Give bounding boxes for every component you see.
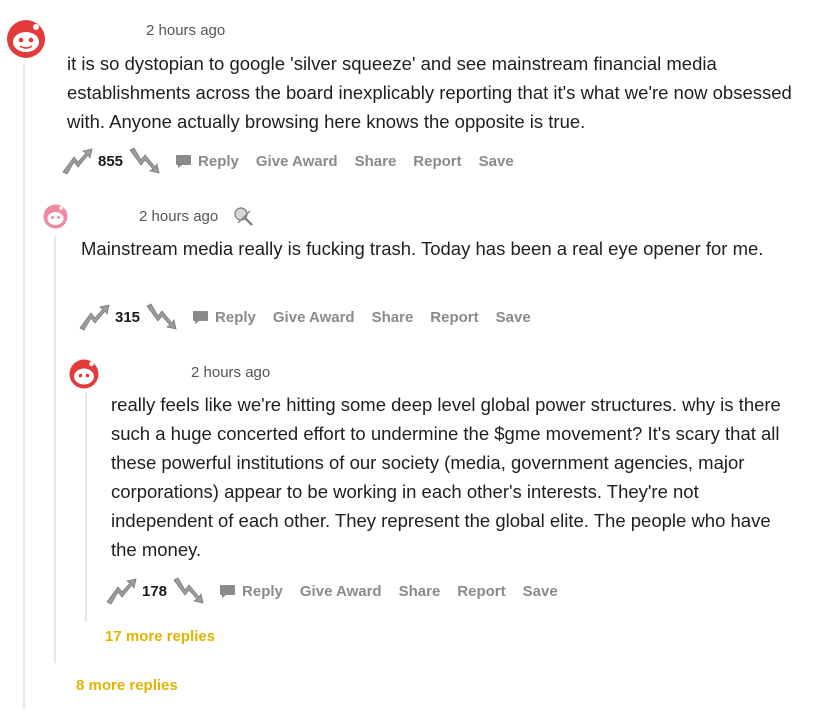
upvote-icon[interactable] xyxy=(77,303,111,331)
vote-score: 315 xyxy=(115,308,141,326)
comment-bubble-icon xyxy=(176,154,192,168)
share-button[interactable]: Share xyxy=(355,153,397,170)
give-award-button[interactable]: Give Award xyxy=(256,153,338,170)
thread-line-level3[interactable] xyxy=(85,392,87,622)
award-icon[interactable] xyxy=(232,205,256,227)
share-button[interactable]: Share xyxy=(372,309,414,326)
downvote-icon[interactable] xyxy=(127,147,161,175)
comment-timestamp[interactable]: 2 hours ago xyxy=(146,22,225,39)
report-button[interactable]: Report xyxy=(430,309,478,326)
comment-body: it is so dystopian to google 'silver squ… xyxy=(67,53,792,132)
reply-button[interactable]: Reply xyxy=(219,583,283,600)
reply-label: Reply xyxy=(242,582,283,600)
downvote-icon[interactable] xyxy=(171,577,205,605)
comment-body: Mainstream media really is fucking trash… xyxy=(81,238,764,259)
reply-label: Reply xyxy=(215,308,256,326)
more-replies-link[interactable]: 17 more replies xyxy=(105,628,215,645)
comment-action-bar: 315 Reply Give Award Share Report Save xyxy=(77,303,548,331)
comment-timestamp[interactable]: 2 hours ago xyxy=(191,364,270,381)
more-replies-link[interactable]: 8 more replies xyxy=(76,677,178,694)
vote-score: 855 xyxy=(98,152,124,170)
user-avatar[interactable] xyxy=(68,358,100,390)
save-button[interactable]: Save xyxy=(479,153,514,170)
upvote-icon[interactable] xyxy=(104,577,138,605)
comment-action-bar: 855 Reply Give Award Share Report Save xyxy=(60,147,531,175)
user-avatar[interactable] xyxy=(5,18,47,60)
upvote-icon[interactable] xyxy=(60,147,94,175)
reply-button[interactable]: Reply xyxy=(192,309,256,326)
comment-bubble-icon xyxy=(220,584,236,598)
comment-action-bar: 178 Reply Give Award Share Report Save xyxy=(104,577,575,605)
report-button[interactable]: Report xyxy=(457,583,505,600)
thread-line-level1[interactable] xyxy=(23,64,25,709)
reply-button[interactable]: Reply xyxy=(175,153,239,170)
vote-score: 178 xyxy=(142,582,168,600)
report-button[interactable]: Report xyxy=(413,153,461,170)
give-award-button[interactable]: Give Award xyxy=(300,583,382,600)
comment-bubble-icon xyxy=(193,310,209,324)
give-award-button[interactable]: Give Award xyxy=(273,309,355,326)
reply-label: Reply xyxy=(198,152,239,170)
comment-timestamp[interactable]: 2 hours ago xyxy=(139,208,218,225)
downvote-icon[interactable] xyxy=(144,303,178,331)
share-button[interactable]: Share xyxy=(399,583,441,600)
user-avatar[interactable] xyxy=(42,203,69,230)
thread-line-level2[interactable] xyxy=(54,236,56,663)
save-button[interactable]: Save xyxy=(496,309,531,326)
save-button[interactable]: Save xyxy=(523,583,558,600)
comment-body: really feels like we're hitting some dee… xyxy=(111,394,781,560)
